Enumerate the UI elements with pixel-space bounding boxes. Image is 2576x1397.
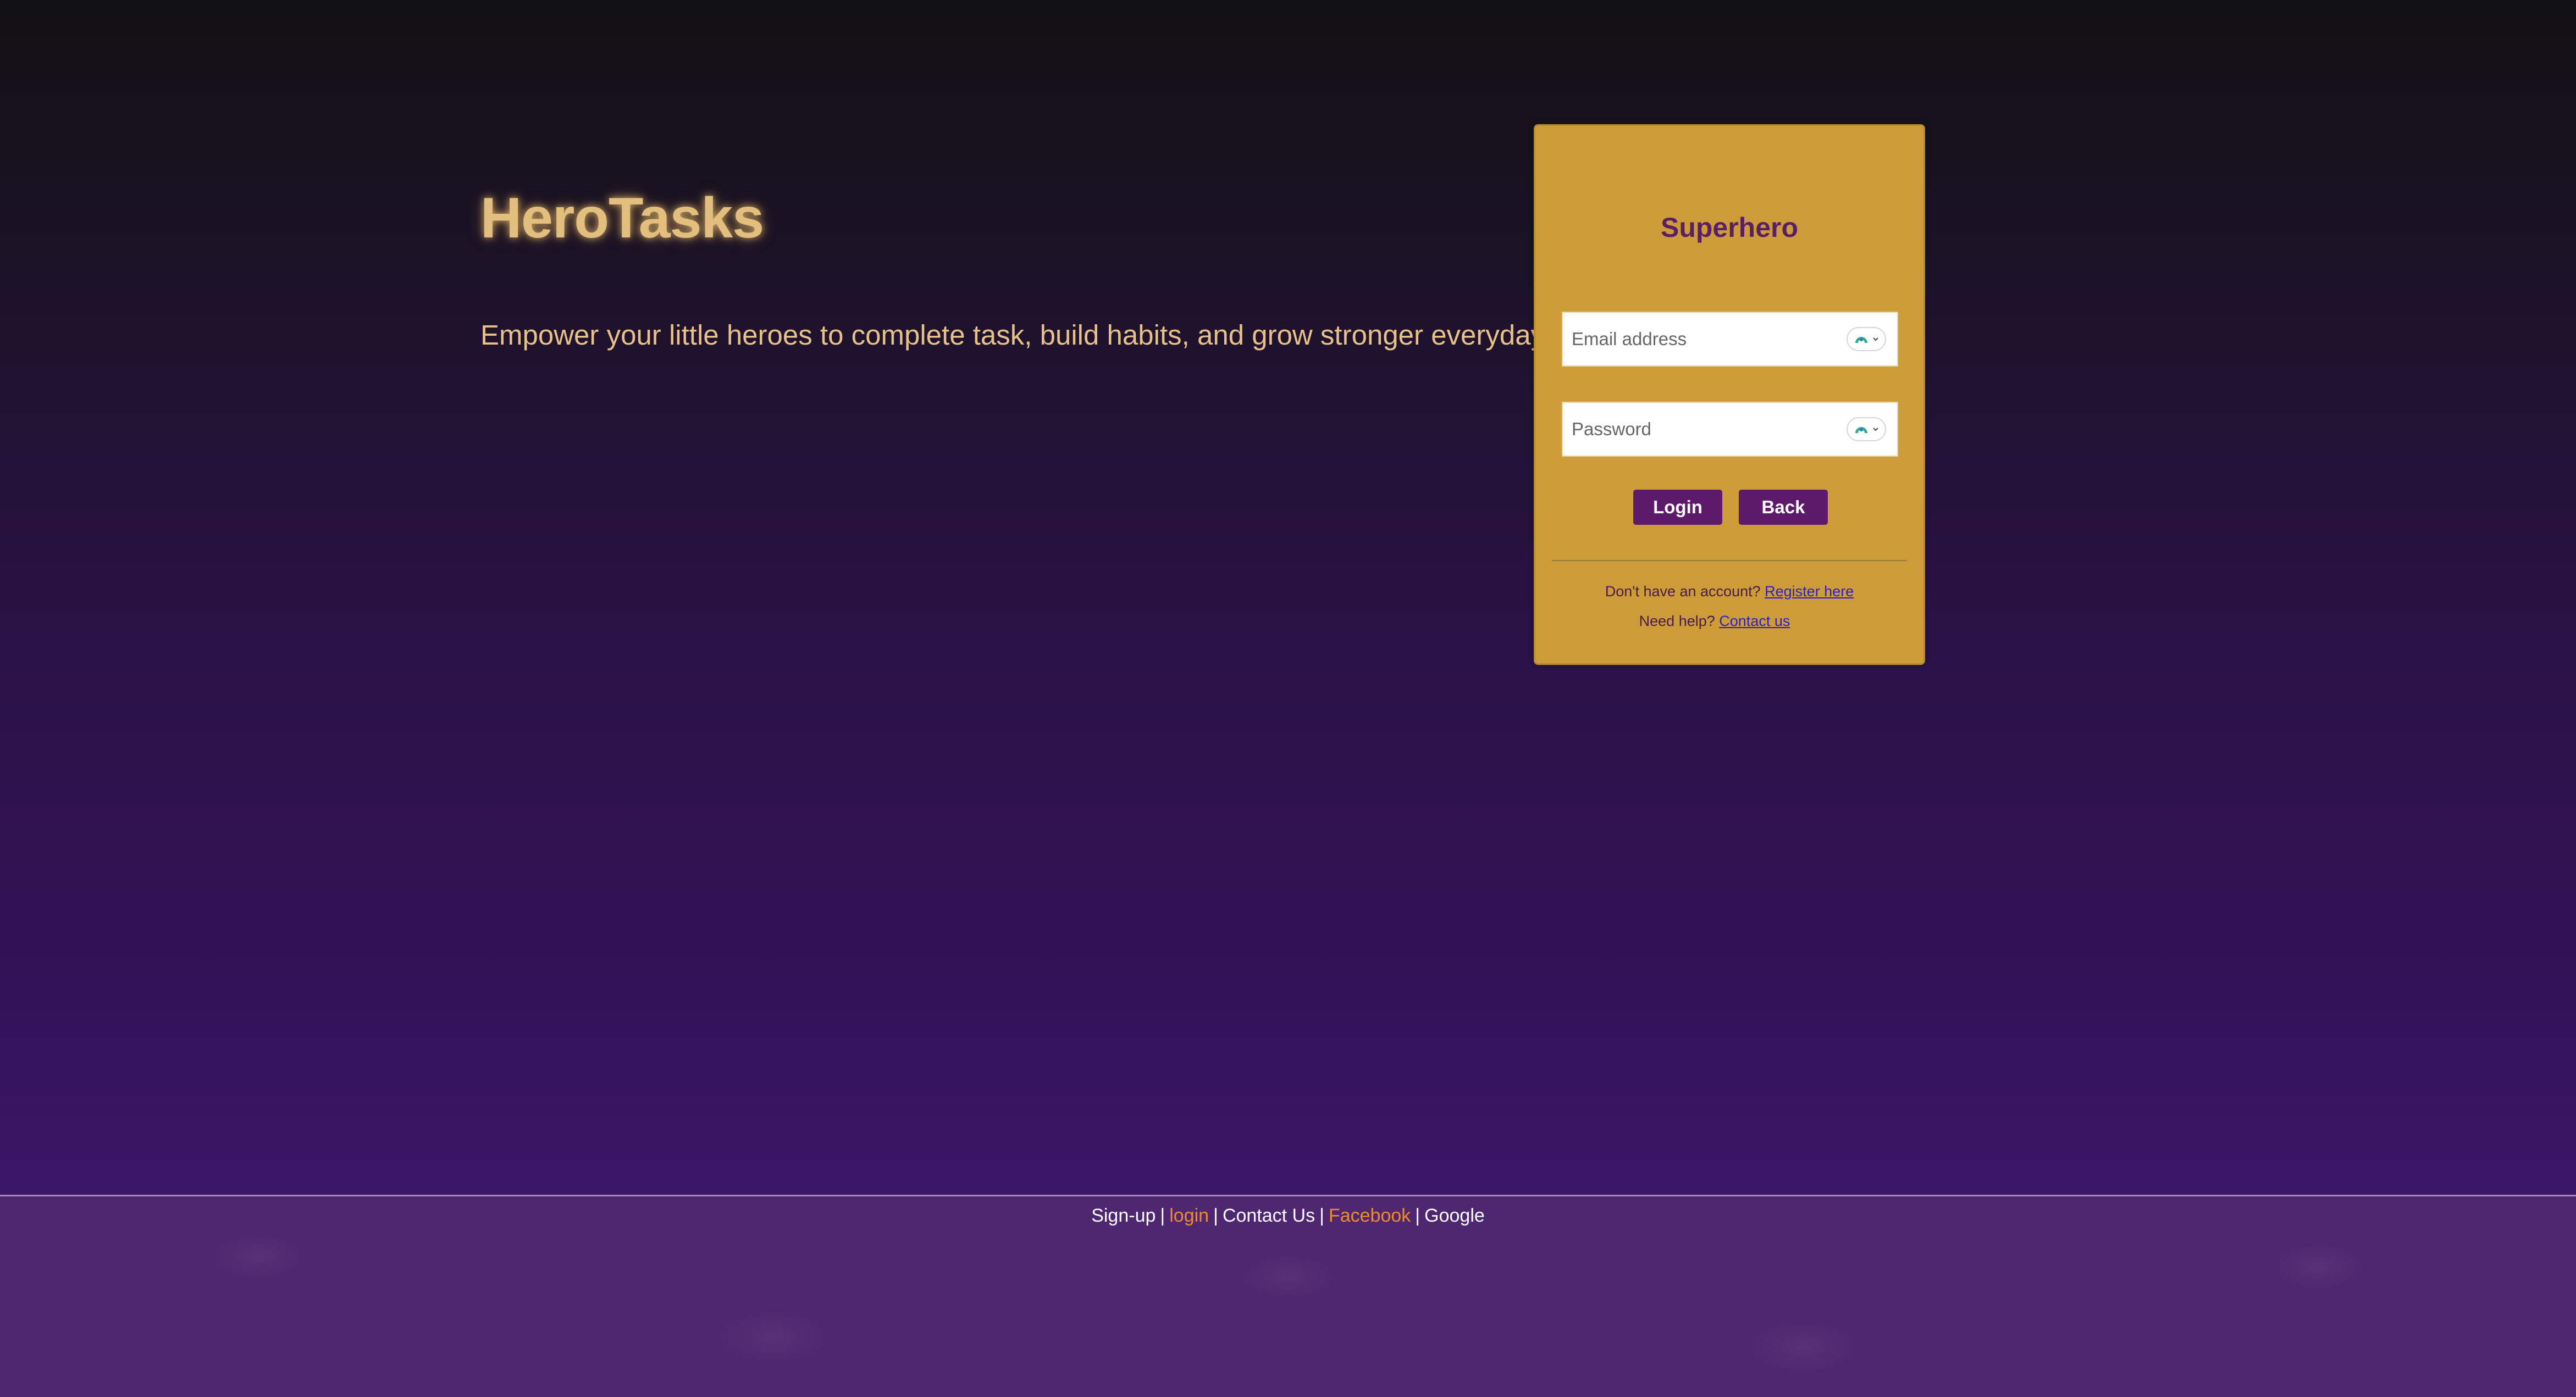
contact-link[interactable]: Contact us <box>1719 613 1790 629</box>
footer-link-contact-us[interactable]: Contact Us <box>1223 1205 1315 1226</box>
footer-separator: | <box>1160 1205 1165 1226</box>
app-title: HeroTasks <box>480 186 764 250</box>
footer-separator: | <box>1415 1205 1420 1226</box>
login-button[interactable]: Login <box>1633 490 1722 525</box>
help-prompt: Need help? Contact us <box>1535 613 1923 630</box>
password-input[interactable] <box>1563 403 1847 456</box>
register-prompt-text: Don't have an account? <box>1605 583 1761 600</box>
key-icon <box>1855 337 1867 343</box>
footer-link-sign-up[interactable]: Sign-up <box>1091 1205 1156 1226</box>
divider <box>1552 560 1907 561</box>
footer-separator: | <box>1213 1205 1218 1226</box>
email-field-container <box>1562 312 1898 367</box>
footer-separator: | <box>1319 1205 1324 1226</box>
footer: Sign-up | login | Contact Us | Facebook | Google <box>0 1195 2576 1397</box>
back-button[interactable]: Back <box>1739 490 1828 525</box>
register-link[interactable]: Register here <box>1765 583 1854 600</box>
password-manager-icon[interactable] <box>1847 417 1886 441</box>
footer-link-google[interactable]: Google <box>1424 1205 1485 1226</box>
login-card: Superhero Login Back Don't ha <box>1534 124 1925 665</box>
app-tagline: Empower your little heroes to complete t… <box>480 319 1545 351</box>
footer-link-facebook[interactable]: Facebook <box>1329 1205 1411 1226</box>
footer-links: Sign-up | login | Contact Us | Facebook | Google <box>0 1205 2576 1227</box>
register-prompt: Don't have an account? Register here <box>1535 583 1923 600</box>
chevron-down-icon <box>1873 337 1878 341</box>
footer-link-login[interactable]: login <box>1169 1205 1209 1226</box>
email-input[interactable] <box>1563 313 1847 365</box>
password-manager-icon[interactable] <box>1847 327 1886 351</box>
key-icon <box>1855 427 1867 433</box>
chevron-down-icon <box>1873 428 1878 431</box>
login-card-title: Superhero <box>1660 212 1799 243</box>
help-prompt-text: Need help? <box>1639 613 1715 629</box>
password-field-container <box>1562 402 1898 457</box>
